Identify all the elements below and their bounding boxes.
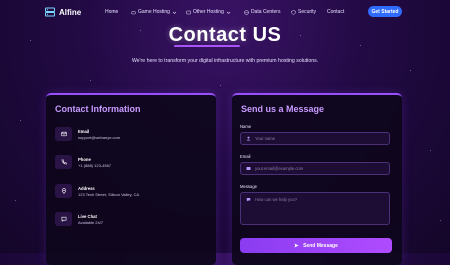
phone-icon-box bbox=[55, 155, 72, 169]
mail-icon bbox=[246, 167, 251, 170]
nav-home[interactable]: Home bbox=[105, 9, 118, 15]
gamepad-icon bbox=[131, 10, 136, 14]
user-icon bbox=[246, 136, 251, 141]
title-underline bbox=[174, 45, 240, 47]
title-word-contact: Contact bbox=[168, 24, 247, 46]
nav-other-hosting-label: Other Hosting bbox=[193, 9, 224, 15]
phone-icon bbox=[61, 159, 67, 165]
name-input[interactable]: Your name bbox=[240, 132, 390, 145]
shield-icon bbox=[291, 9, 296, 15]
phone-value[interactable]: +1 (888) 123-4567 bbox=[78, 163, 111, 168]
chat-icon bbox=[61, 216, 66, 222]
contact-info-title: Contact Information bbox=[55, 104, 141, 114]
address-label: Address bbox=[78, 186, 95, 191]
nav-home-label: Home bbox=[105, 9, 119, 15]
address-value: 123 Tech Street, Silicon Valley, CA bbox=[78, 192, 140, 197]
nav-game-hosting-label: Game Hosting bbox=[138, 9, 170, 15]
name-field-label: Name bbox=[240, 124, 252, 129]
message-field-label: Message bbox=[240, 184, 257, 189]
chevron-down-icon bbox=[226, 11, 231, 14]
nav-data-centers-label: Data Centers bbox=[251, 9, 281, 15]
message-textarea[interactable]: How can we help you? bbox=[240, 192, 390, 225]
server-stack-icon bbox=[45, 7, 55, 17]
brand-name: Alfine bbox=[59, 7, 82, 17]
email-field-label: Email bbox=[240, 154, 251, 159]
page-title: Contact US bbox=[0, 24, 450, 47]
live-chat-label: Live Chat bbox=[78, 214, 97, 219]
contact-item-live-chat: Live Chat Available 24/7 bbox=[55, 212, 103, 226]
nav-data-centers[interactable]: Data Centers bbox=[244, 9, 280, 15]
email-label: Email bbox=[78, 129, 90, 134]
chat-icon-box bbox=[55, 212, 72, 226]
chevron-down-icon bbox=[172, 11, 177, 14]
server-icon bbox=[186, 10, 191, 14]
nav-security[interactable]: Security bbox=[291, 9, 316, 15]
send-message-label: Send Message bbox=[303, 242, 338, 249]
globe-icon bbox=[244, 9, 249, 15]
nav-contact-label: Contact bbox=[327, 9, 345, 15]
send-message-button[interactable]: Send Message bbox=[240, 238, 392, 253]
mail-icon-box bbox=[55, 127, 72, 141]
chat-icon bbox=[246, 198, 251, 202]
nav-security-label: Security bbox=[298, 9, 317, 15]
send-icon bbox=[294, 243, 299, 248]
brand-logo[interactable]: Alfine bbox=[45, 7, 81, 17]
nav-game-hosting[interactable]: Game Hosting bbox=[131, 9, 177, 15]
name-placeholder: Your name bbox=[255, 136, 276, 141]
page-subtitle: We're here to transform your digital inf… bbox=[131, 58, 319, 64]
message-placeholder: How can we help you? bbox=[255, 197, 298, 202]
mail-icon bbox=[60, 131, 67, 137]
contact-item-email: Email support@webanye.com bbox=[55, 127, 120, 141]
title-word-us: US bbox=[252, 24, 282, 46]
location-icon-box bbox=[55, 184, 72, 198]
message-form-card: Send us a Message Name Your name Email y… bbox=[232, 93, 402, 265]
nav-other-hosting[interactable]: Other Hosting bbox=[186, 9, 231, 15]
nav-contact[interactable]: Contact bbox=[327, 9, 344, 15]
phone-label: Phone bbox=[78, 157, 91, 162]
email-input[interactable]: your.email@example.com bbox=[240, 162, 390, 175]
location-icon bbox=[61, 188, 66, 194]
get-started-button[interactable]: Get Started bbox=[368, 6, 402, 17]
contact-item-address: Address 123 Tech Street, Silicon Valley,… bbox=[55, 184, 139, 198]
contact-info-card: Contact Information Email support@webany… bbox=[46, 93, 216, 265]
email-value[interactable]: support@webanye.com bbox=[78, 135, 120, 140]
email-placeholder: your.email@example.com bbox=[255, 166, 304, 171]
live-chat-value: Available 24/7 bbox=[78, 220, 104, 225]
contact-item-phone: Phone +1 (888) 123-4567 bbox=[55, 155, 111, 169]
get-started-label: Get Started bbox=[371, 8, 399, 15]
top-navbar: Alfine Home Game Hosting Other Hosting D… bbox=[0, 0, 450, 26]
message-form-title: Send us a Message bbox=[241, 104, 325, 114]
